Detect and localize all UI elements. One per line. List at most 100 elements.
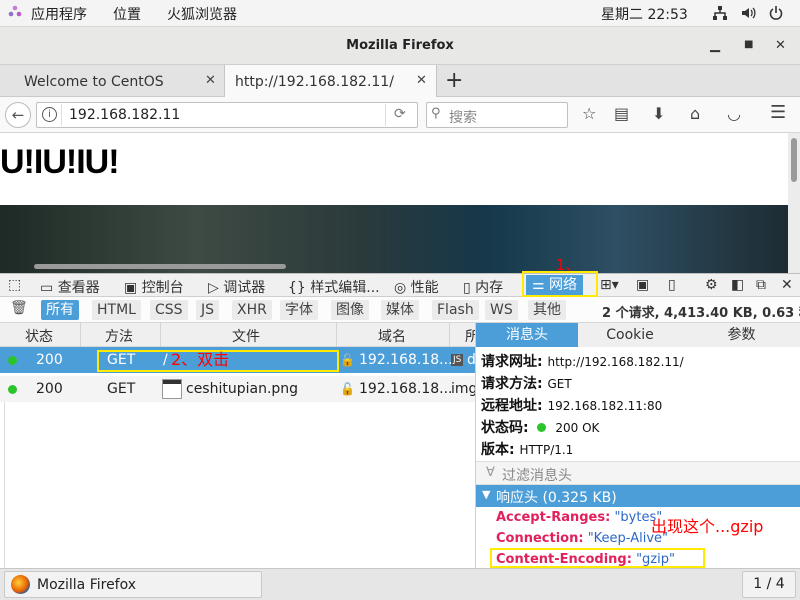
page-horizontal-scroll-thumb[interactable] [34, 264, 286, 269]
annotation-note: 出现这个...gzip [651, 517, 764, 536]
close-tab-icon[interactable]: ✕ [416, 73, 427, 88]
request-url-row: 请求网址: http://192.168.182.11/ [481, 351, 684, 371]
js-icon: JS [451, 354, 464, 366]
downloads-icon[interactable]: ⬇ [652, 104, 665, 123]
minimize-button[interactable]: ▁ [710, 38, 720, 53]
tab-style-editor[interactable]: {} 样式编辑... [288, 277, 380, 297]
back-button[interactable]: ← [5, 102, 31, 128]
filter-flash[interactable]: Flash [432, 300, 479, 320]
column-method[interactable]: 方法 [105, 326, 133, 346]
page-scroll-thumb[interactable] [791, 138, 797, 182]
power-icon[interactable] [768, 5, 784, 25]
tab-bar: Welcome to CentOS ✕ http://192.168.182.1… [0, 65, 800, 98]
filter-icon: ∀ [486, 465, 495, 480]
remote-address-label: 远程地址: [481, 398, 543, 414]
tab-active-page[interactable]: http://192.168.182.11/ [224, 65, 437, 98]
reading-list-icon[interactable]: ▤ [614, 104, 629, 123]
new-tab-button[interactable]: + [445, 68, 463, 93]
maximize-button[interactable]: ■ [744, 39, 753, 50]
firefox-icon [11, 575, 30, 594]
filter-fonts[interactable]: 字体 [280, 300, 318, 320]
applications-menu[interactable]: 应用程序 [31, 4, 87, 24]
tab-cookie[interactable]: Cookie [578, 323, 682, 347]
filter-headers-input[interactable]: 过滤消息头 [502, 465, 572, 485]
workspace-indicator[interactable]: 1 / 4 [742, 571, 796, 598]
undock-window-icon[interactable]: ⧉ [756, 277, 766, 293]
tab-debugger[interactable]: ▷ 调试器 [208, 277, 265, 297]
response-headers-section[interactable]: ▼ 响应头 (0.325 KB) [476, 485, 800, 507]
request-list-header: 状态 方法 文件 域名 所 [0, 323, 479, 347]
hamburger-menu-icon[interactable]: ☰ [770, 102, 786, 123]
bottom-taskbar: Mozilla Firefox 1 / 4 [0, 568, 800, 600]
header-row: Connection: "Keep-Alive" [496, 531, 668, 546]
tab-console[interactable]: ▣ 控制台 [124, 277, 184, 297]
responsive-mode-icon[interactable]: ▯ [668, 277, 676, 293]
close-window-button[interactable]: ✕ [775, 38, 786, 53]
version-value: HTTP/1.1 [519, 443, 574, 457]
pick-element-icon[interactable]: ⬚ [8, 277, 21, 293]
column-file[interactable]: 文件 [232, 326, 260, 346]
network-icon[interactable] [712, 5, 728, 25]
remote-address-value: 192.168.182.11:80 [547, 399, 663, 413]
tab-performance[interactable]: ◎ 性能 [394, 277, 439, 297]
image-thumbnail-icon [162, 379, 182, 399]
close-tab-icon[interactable]: ✕ [205, 73, 216, 88]
filter-css[interactable]: CSS [150, 300, 188, 320]
request-method-value: GET [547, 377, 572, 391]
home-icon[interactable]: ⌂ [690, 104, 700, 123]
filter-other[interactable]: 其他 [528, 300, 566, 320]
request-url-value: http://192.168.182.11/ [547, 355, 684, 369]
split-console-icon[interactable]: ▣ [636, 277, 649, 293]
search-input[interactable]: 搜索 [449, 107, 477, 127]
request-row[interactable]: 200 GET ceshitupian.png 🔓 192.168.18... … [0, 376, 477, 402]
volume-icon[interactable] [740, 5, 756, 25]
navigation-bar: ← i 192.168.182.11 ⟳ ⚲ 搜索 ☆ ▤ ⬇ ⌂ ◡ ☰ [0, 97, 800, 133]
reload-icon[interactable]: ⟳ [394, 106, 406, 122]
dock-side-icon[interactable]: ◧ [731, 277, 744, 293]
tab-welcome-centos[interactable]: Welcome to CentOS [0, 65, 222, 97]
filter-images[interactable]: 图像 [331, 300, 369, 320]
filter-all[interactable]: 所有 [41, 300, 79, 320]
request-filter-bar: 🗑 所有 HTML CSS JS XHR 字体 图像 媒体 Flash WS 其… [0, 297, 800, 323]
url-bar[interactable]: i 192.168.182.11 ⟳ [36, 102, 418, 128]
filter-xhr[interactable]: XHR [232, 300, 272, 320]
highlight-content-encoding [490, 548, 705, 568]
layout-options-icon[interactable]: ⊞▾ [600, 277, 619, 293]
status-code-label: 状态码: [481, 420, 529, 436]
info-icon[interactable]: i [42, 107, 57, 122]
bookmark-star-icon[interactable]: ☆ [582, 104, 596, 123]
filter-media[interactable]: 媒体 [381, 300, 419, 320]
filter-headers-bar[interactable]: ∀ 过滤消息头 [476, 461, 800, 485]
status-code-value: 200 OK [555, 421, 600, 435]
version-row: 版本: HTTP/1.1 [481, 439, 573, 459]
request-method-label: 请求方法: [481, 376, 543, 392]
url-text[interactable]: 192.168.182.11 [69, 107, 180, 123]
tab-headers[interactable]: 消息头 [476, 323, 578, 347]
header-key: Accept-Ranges: [496, 510, 611, 525]
version-label: 版本: [481, 442, 515, 458]
tab-label: http://192.168.182.11/ [235, 74, 394, 90]
window-title-bar[interactable]: Mozilla Firefox ▁ ■ ✕ [0, 27, 800, 65]
column-domain[interactable]: 域名 [378, 326, 406, 346]
places-menu[interactable]: 位置 [113, 4, 141, 24]
settings-gear-icon[interactable]: ⚙ [705, 277, 718, 293]
tab-params[interactable]: 参数 [682, 323, 800, 347]
request-list-empty-area [0, 402, 475, 568]
filter-js[interactable]: JS [196, 300, 220, 320]
page-heading: U!IU!IU! [0, 143, 120, 181]
request-list-scrollbar[interactable] [0, 402, 5, 568]
taskbar-window-button[interactable]: Mozilla Firefox [4, 571, 262, 598]
pocket-icon[interactable]: ◡ [727, 104, 741, 123]
request-domain: 192.168.18... [359, 381, 453, 397]
request-status: 200 [36, 352, 63, 368]
search-bar[interactable]: ⚲ 搜索 [426, 102, 568, 128]
filter-ws[interactable]: WS [485, 300, 518, 320]
filter-html[interactable]: HTML [92, 300, 141, 320]
tab-memory[interactable]: ▯ 内存 [463, 277, 503, 297]
active-app-menu[interactable]: 火狐浏览器 [167, 4, 237, 24]
clear-requests-icon[interactable]: 🗑 [10, 300, 28, 316]
close-devtools-icon[interactable]: ✕ [781, 277, 793, 293]
tab-inspector[interactable]: ▭ 查看器 [40, 277, 100, 297]
column-status[interactable]: 状态 [25, 326, 53, 346]
clock[interactable]: 星期二 22:53 [601, 4, 688, 24]
